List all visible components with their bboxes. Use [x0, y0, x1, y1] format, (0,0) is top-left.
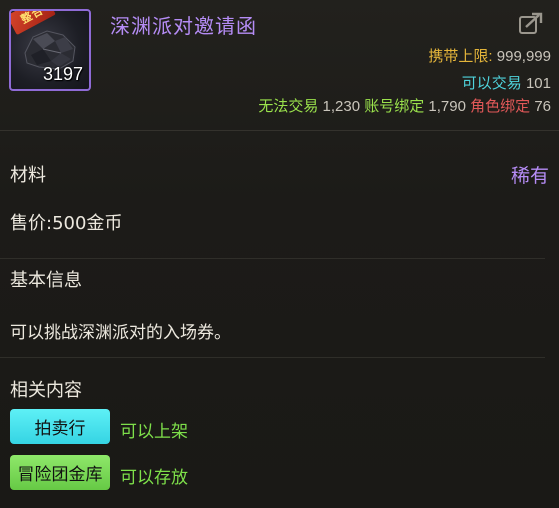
guild-bank-button[interactable]: 冒险团金库 [10, 455, 110, 490]
tradable-value: 101 [525, 75, 551, 92]
price-divider [0, 258, 545, 259]
char-bound-value: 76 [534, 98, 551, 115]
basic-info-title: 基本信息 [10, 270, 82, 291]
item-rarity: 稀有 [510, 165, 549, 187]
share-export-icon[interactable] [519, 12, 543, 34]
description-divider [0, 357, 545, 358]
item-icon[interactable]: 整合 3197 [9, 9, 91, 91]
item-count: 3197 [42, 64, 83, 84]
header-divider [0, 130, 559, 131]
related-title: 相关内容 [10, 380, 82, 401]
auction-house-button[interactable]: 拍卖行 [10, 409, 110, 444]
item-price: 售价:500金币 [10, 213, 123, 234]
binding-row: 无法交易 1,230 账号绑定 1,790 角色绑定 76 [258, 95, 551, 116]
untradable-value: 1,230 [322, 98, 361, 115]
item-tooltip-panel: 整合 3197 深渊派对邀请函 携带上限: 999,999 可以交易 101 无… [0, 0, 559, 508]
combine-tag-label: 整合 [18, 9, 46, 27]
carry-limit-label: 携带上限: [428, 48, 493, 65]
tradable-row: 可以交易 101 [462, 72, 551, 93]
carry-limit-value: 999,999 [496, 48, 551, 65]
auction-note: 可以上架 [120, 422, 188, 442]
account-bound-label: 账号绑定 [364, 98, 425, 115]
account-bound-value: 1,790 [428, 98, 466, 115]
item-name: 深渊派对邀请函 [110, 14, 257, 38]
untradable-label: 无法交易 [258, 98, 319, 115]
tradable-label: 可以交易 [461, 75, 522, 92]
bank-note: 可以存放 [120, 468, 188, 488]
char-bound-label: 角色绑定 [470, 98, 531, 115]
item-category: 材料 [10, 165, 46, 186]
item-description: 可以挑战深渊派对的入场券。 [10, 323, 231, 343]
carry-limit-row: 携带上限: 999,999 [428, 45, 551, 66]
